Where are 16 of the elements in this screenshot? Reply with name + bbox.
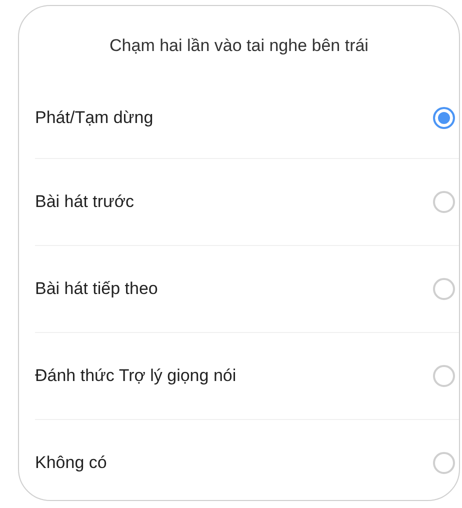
option-row[interactable]: Phát/Tạm dừng — [35, 78, 459, 158]
dialog-title: Chạm hai lần vào tai nghe bên trái — [108, 35, 370, 57]
radio-button[interactable] — [433, 278, 455, 300]
radio-button[interactable] — [433, 365, 455, 387]
option-row[interactable]: Không có — [35, 419, 459, 506]
option-label: Đánh thức Trợ lý giọng nói — [35, 366, 236, 386]
option-label: Phát/Tạm dừng — [35, 108, 154, 128]
option-row[interactable]: Bài hát tiếp theo — [35, 245, 459, 332]
option-row[interactable]: Đánh thức Trợ lý giọng nói — [35, 332, 459, 419]
radio-button[interactable] — [433, 452, 455, 474]
radio-button[interactable] — [433, 107, 455, 129]
option-row[interactable]: Bài hát trước — [35, 158, 459, 245]
option-label: Bài hát tiếp theo — [35, 279, 158, 299]
radio-button[interactable] — [433, 191, 455, 213]
option-label: Không có — [35, 453, 107, 473]
option-label: Bài hát trước — [35, 192, 134, 212]
